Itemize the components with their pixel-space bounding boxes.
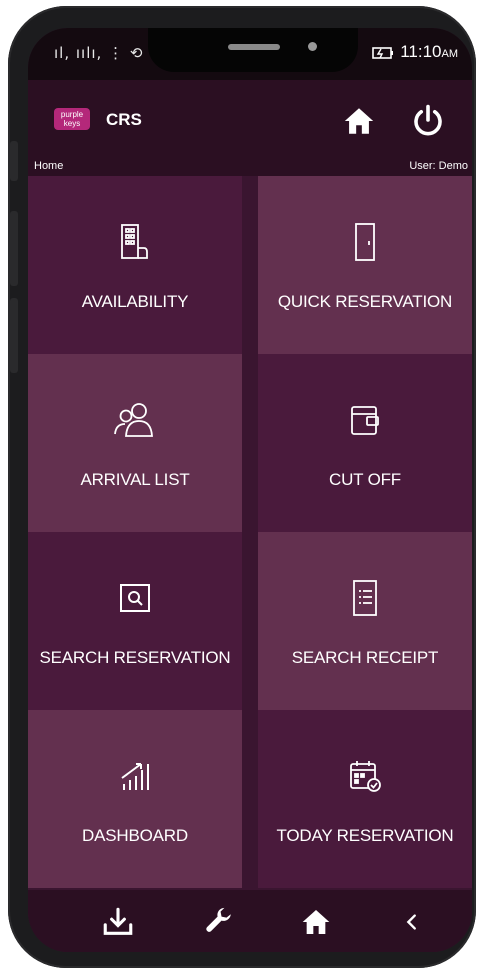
status-bar: ıl, ıılı, ⋮ ⟲ 11:10AM bbox=[28, 28, 472, 80]
search-icon bbox=[111, 574, 159, 622]
tile-label: SEARCH RESERVATION bbox=[39, 648, 231, 667]
tile-availability[interactable]: AVAILABILITY bbox=[28, 176, 242, 354]
speaker bbox=[228, 44, 280, 50]
receipt-icon bbox=[341, 574, 389, 622]
tile-today-reservation[interactable]: TODAY RESERVATION bbox=[258, 710, 472, 888]
volume-up-button bbox=[10, 211, 18, 286]
battery-icon bbox=[372, 46, 394, 59]
tile-label: CUT OFF bbox=[329, 470, 401, 489]
building-icon bbox=[111, 218, 159, 266]
signal-indicators: ıl, ıılı, ⋮ ⟲ bbox=[54, 44, 144, 62]
app-title: CRS bbox=[106, 110, 142, 129]
clock: 11:10 bbox=[400, 42, 442, 61]
tile-search-reservation[interactable]: SEARCH RESERVATION bbox=[28, 532, 242, 710]
phone-frame: ıl, ıılı, ⋮ ⟲ 11:10AM purple keys CRS Ho… bbox=[8, 6, 476, 968]
tile-cut-off[interactable]: CUT OFF bbox=[258, 354, 472, 532]
home-icon bbox=[344, 108, 374, 134]
tile-label: ARRIVAL LIST bbox=[80, 470, 190, 489]
wallet-icon bbox=[341, 396, 389, 444]
settings-button[interactable] bbox=[198, 902, 238, 942]
tile-dashboard[interactable]: DASHBOARD bbox=[28, 710, 242, 888]
power-icon bbox=[414, 104, 442, 136]
app-logo: purple keys bbox=[54, 108, 90, 130]
breadcrumb-location: Home bbox=[34, 160, 64, 172]
tile-label: SEARCH RECEIPT bbox=[291, 648, 439, 667]
volume-down-button bbox=[10, 298, 18, 373]
current-user: User: Demo bbox=[409, 160, 468, 172]
screen: ıl, ıılı, ⋮ ⟲ 11:10AM purple keys CRS Ho… bbox=[28, 28, 472, 952]
breadcrumb: Home User: Demo bbox=[28, 158, 472, 176]
app-bar: purple keys CRS bbox=[28, 80, 472, 158]
tile-arrival-list[interactable]: ARRIVAL LIST bbox=[28, 354, 242, 532]
back-icon bbox=[406, 914, 416, 930]
tile-label: TODAY RESERVATION bbox=[276, 826, 454, 845]
wrench-icon bbox=[206, 907, 231, 932]
clock-ampm: AM bbox=[441, 48, 459, 60]
nav-home-button[interactable] bbox=[296, 902, 336, 942]
home-button[interactable] bbox=[342, 104, 376, 138]
logout-button[interactable] bbox=[410, 102, 446, 138]
calendar-check-icon bbox=[341, 752, 389, 800]
notch bbox=[148, 28, 358, 72]
back-button[interactable] bbox=[392, 902, 432, 942]
home-icon bbox=[302, 910, 330, 934]
tile-quick-reservation[interactable]: QUICK RESERVATION bbox=[258, 176, 472, 354]
front-camera bbox=[308, 42, 317, 51]
door-icon bbox=[341, 218, 389, 266]
download-icon bbox=[103, 907, 133, 935]
users-icon bbox=[111, 396, 159, 444]
bottom-navigation bbox=[28, 890, 472, 952]
menu-grid: AVAILABILITY QUICK RESERVATION ARRIVAL L… bbox=[28, 176, 472, 890]
tile-label: DASHBOARD bbox=[82, 826, 188, 845]
download-button[interactable] bbox=[98, 902, 138, 942]
status-right: 11:10AM bbox=[372, 42, 458, 62]
bar-chart-icon bbox=[111, 752, 159, 800]
tile-label: AVAILABILITY bbox=[81, 292, 189, 311]
tile-label: QUICK RESERVATION bbox=[277, 292, 453, 311]
side-button bbox=[10, 141, 18, 181]
tile-search-receipt[interactable]: SEARCH RECEIPT bbox=[258, 532, 472, 710]
